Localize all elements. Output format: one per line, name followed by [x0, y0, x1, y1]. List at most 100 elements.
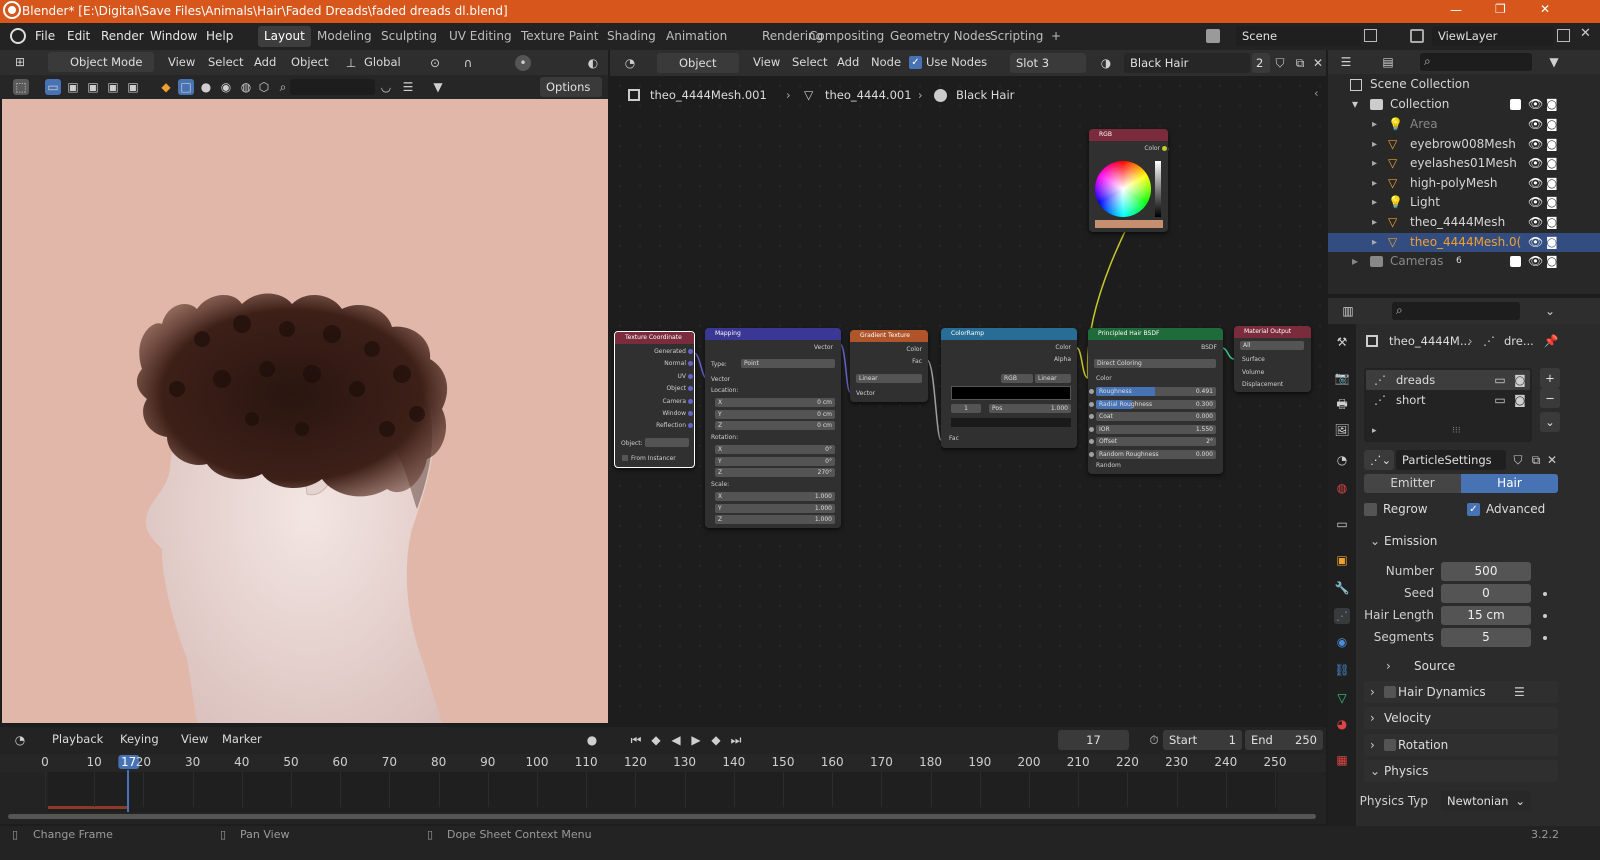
rotation-z-field[interactable]: Z 270°: [715, 468, 835, 477]
viewport-view-menu[interactable]: View: [168, 55, 195, 69]
emission-panel-header[interactable]: ⌄ Emission: [1364, 530, 1558, 552]
timeline-view-menu[interactable]: View: [181, 732, 208, 746]
sort-icon[interactable]: ☰: [400, 79, 416, 95]
add-particle-system-button[interactable]: +: [1540, 368, 1560, 388]
menu-window[interactable]: Window: [150, 23, 197, 50]
node-view-menu[interactable]: View: [753, 55, 780, 69]
physics-type-dropdown[interactable]: Newtonian ⌄: [1441, 791, 1531, 811]
properties-editor-icon[interactable]: ▥: [1340, 303, 1356, 319]
viewport-select-menu[interactable]: Select: [208, 55, 243, 69]
texcoord-socket-generated[interactable]: [688, 349, 693, 354]
physics-tab-icon[interactable]: ◉: [1334, 634, 1350, 650]
menu-file[interactable]: File: [35, 23, 55, 50]
regrow-checkbox[interactable]: [1364, 503, 1377, 516]
cameras-visibility-icon[interactable]: 👁: [1528, 252, 1543, 272]
high-polymesh-expand-icon[interactable]: ▸: [1372, 174, 1377, 194]
hair-coat-field[interactable]: Coat 0.000: [1096, 412, 1216, 421]
texcoord-socket-normal[interactable]: [688, 361, 693, 367]
hair-param-socket[interactable]: [1089, 451, 1094, 457]
hair-param-socket[interactable]: [1089, 401, 1094, 407]
overlay-icon[interactable]: ◐: [585, 55, 601, 71]
color-ramp-node[interactable]: ColorRamp Color Alpha RGB Linear 1 Pos 1…: [941, 328, 1077, 448]
hair-random-roughness-field[interactable]: Random Roughness 0.000: [1096, 449, 1216, 459]
tab-texture-paint[interactable]: Texture Paint: [515, 26, 604, 47]
slot-dropdown[interactable]: Slot 3: [1010, 53, 1086, 73]
shader-type-dropdown[interactable]: Object: [657, 53, 739, 73]
mapping-type-dropdown[interactable]: Point: [741, 359, 835, 368]
outliner-filter-icon[interactable]: ▼: [1546, 54, 1562, 70]
node-editor-type-icon[interactable]: ◔: [622, 55, 638, 71]
principled-hair-node[interactable]: Principled Hair BSDF BSDF Direct Colorin…: [1088, 328, 1223, 474]
3d-viewport[interactable]: [2, 99, 608, 723]
select-extend-icon[interactable]: ▣: [65, 79, 81, 95]
collection-tab-icon[interactable]: ▭: [1334, 516, 1350, 532]
viewport-object-menu[interactable]: Object: [291, 55, 328, 69]
mapping-node[interactable]: Mapping Vector Type: Point Vector Locati…: [705, 328, 841, 528]
rgb-node[interactable]: RGB Color: [1089, 129, 1168, 232]
fake-user-icon[interactable]: ⛉: [1272, 55, 1288, 71]
texcoord-socket-window[interactable]: [688, 411, 693, 416]
outliner-item-eyebrow008mesh[interactable]: ▸ ▽ eyebrow008Mesh 👁 ◙: [1328, 135, 1600, 155]
play-reverse-icon[interactable]: ◀: [668, 732, 684, 748]
light-render-icon[interactable]: ◙: [1546, 193, 1558, 213]
particle-system-short[interactable]: ⋰ short ▭ ◙: [1366, 390, 1530, 410]
scene-copy-icon[interactable]: [1364, 29, 1377, 42]
material-duplicate-icon[interactable]: ⧉: [1292, 55, 1308, 71]
settings-fake-user-icon[interactable]: ⛉: [1510, 452, 1526, 468]
outliner-item-theo-4444mesh[interactable]: ▸ ▽ theo_4444Mesh 👁 ◙: [1328, 213, 1600, 233]
dreads-render-icon[interactable]: ◙: [1512, 372, 1528, 388]
funnel-icon[interactable]: ▼: [430, 79, 446, 95]
particle-settings-browse[interactable]: ⋰⌄: [1364, 450, 1394, 470]
render-tab-icon[interactable]: 📷: [1334, 370, 1350, 386]
tab-sculpting[interactable]: Sculpting: [375, 26, 443, 47]
display-mode-icon[interactable]: ▤: [1380, 54, 1396, 70]
emitter-tab[interactable]: Emitter: [1364, 474, 1461, 493]
theo-4444mesh-0-visibility-icon[interactable]: 👁: [1528, 233, 1543, 253]
cameras-expand-icon[interactable]: ▸: [1352, 252, 1358, 272]
area-visibility-icon[interactable]: 👁: [1528, 115, 1543, 135]
from-instancer-checkbox[interactable]: [622, 455, 628, 461]
rotation-checkbox[interactable]: [1384, 739, 1396, 751]
output-tab-icon[interactable]: 🖶: [1334, 396, 1350, 412]
material-icon[interactable]: ◑: [1098, 55, 1114, 71]
data-tab-icon[interactable]: ▽: [1334, 690, 1350, 706]
select-intersect-icon[interactable]: ▣: [125, 79, 141, 95]
tab-modeling[interactable]: Modeling: [311, 26, 378, 47]
tool-tab-icon[interactable]: ⚒: [1334, 334, 1350, 350]
viewlayer-copy-icon[interactable]: [1557, 29, 1570, 42]
eyelashes01mesh-expand-icon[interactable]: ▸: [1372, 154, 1377, 174]
properties-search-input[interactable]: ⌕: [1392, 302, 1520, 320]
high-polymesh-render-icon[interactable]: ◙: [1546, 174, 1558, 194]
tab-layout[interactable]: Layout: [258, 26, 311, 47]
collection-checkbox[interactable]: [1510, 99, 1521, 110]
rotation-x-field[interactable]: X 0°: [715, 445, 835, 454]
preview-range-icon[interactable]: ⏱: [1146, 732, 1162, 748]
viewlayer-remove-icon[interactable]: ✕: [1580, 26, 1591, 41]
tab-animation[interactable]: Animation: [660, 26, 733, 47]
viewport-search-icon[interactable]: ⌕: [275, 79, 291, 95]
next-keyframe-icon[interactable]: ◆: [708, 732, 724, 748]
texcoord-socket-uv[interactable]: [688, 373, 693, 379]
color-wheel[interactable]: [1095, 161, 1151, 217]
texcoord-socket-camera[interactable]: [688, 398, 693, 404]
particle-list-menu-button[interactable]: ⌄: [1540, 412, 1560, 432]
eyebrow008mesh-expand-icon[interactable]: ▸: [1372, 135, 1377, 155]
select-tool-icon[interactable]: ⬚: [13, 79, 29, 95]
theo-4444mesh-visibility-icon[interactable]: 👁: [1528, 213, 1543, 233]
collection-render-icon[interactable]: ◙: [1546, 95, 1558, 115]
node-editor-canvas[interactable]: theo_4444Mesh.001 › ▽ theo_4444.001 › Bl…: [610, 76, 1326, 724]
blender-menu-icon[interactable]: [10, 28, 26, 44]
hair-tab[interactable]: Hair: [1461, 474, 1558, 493]
shading-solid-icon[interactable]: ◆: [158, 79, 174, 95]
scale-y-field[interactable]: Y 1.000: [715, 503, 835, 513]
ramp-pos-field[interactable]: Pos 1.000: [989, 404, 1071, 413]
select-subtract-icon[interactable]: ▣: [85, 79, 101, 95]
theo-4444mesh-expand-icon[interactable]: ▸: [1372, 213, 1377, 233]
ramp-mode-dropdown[interactable]: RGB: [1001, 374, 1033, 383]
gradient-type-dropdown[interactable]: Linear: [856, 374, 922, 383]
remove-particle-system-button[interactable]: −: [1540, 388, 1560, 408]
keying-menu[interactable]: Keying: [120, 732, 159, 746]
scale-z-field[interactable]: Z 1.000: [715, 515, 835, 524]
number-field[interactable]: 500: [1441, 562, 1531, 581]
texcoord-object-field[interactable]: [645, 438, 689, 447]
